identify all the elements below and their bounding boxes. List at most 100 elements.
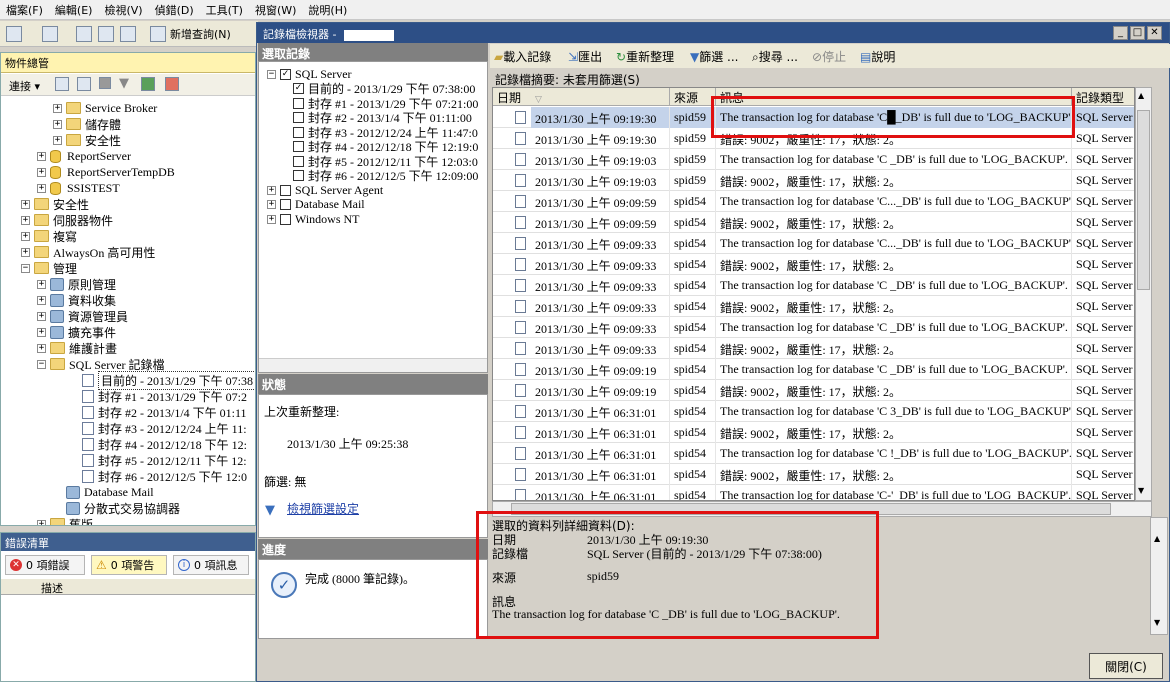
export-button[interactable]: ⇲匯出 <box>568 48 602 65</box>
table-row[interactable]: 2013/1/30 上午 09:09:33 spid54 The transacti… <box>493 275 1134 296</box>
expand-icon[interactable]: + <box>37 151 46 161</box>
tree-node[interactable]: Database Mail <box>53 484 154 500</box>
expand-icon[interactable]: + <box>37 519 46 525</box>
open-file-icon[interactable] <box>76 26 92 42</box>
log-checkbox[interactable] <box>293 155 304 167</box>
details-scrollbar[interactable]: ▲ ▼ <box>1150 517 1168 635</box>
table-row[interactable]: 2013/1/30 上午 06:31:01 spid54 錯誤: 9002，嚴重性:… <box>493 422 1134 443</box>
log-checkbox[interactable] <box>293 112 304 123</box>
filter-button[interactable]: ▼篩選 ... <box>690 48 739 65</box>
tree-node[interactable]: 封存 #4 - 2012/12/18 下午 12: <box>69 436 247 452</box>
menu-item-5[interactable]: 視窗(W) <box>249 0 302 20</box>
log-source-node[interactable]: + Windows NT <box>267 211 360 227</box>
expand-icon[interactable]: − <box>37 359 46 369</box>
tree-node[interactable]: + ReportServer <box>37 148 131 164</box>
errors-filter-button[interactable]: ✕ 0 項錯誤 <box>5 555 85 575</box>
expand-icon[interactable]: + <box>37 167 46 177</box>
log-type-column-header[interactable]: 記錄類型 <box>1072 88 1134 106</box>
expand-icon[interactable]: + <box>267 200 276 209</box>
new-project-icon[interactable] <box>6 26 22 42</box>
refresh-button[interactable]: ↻重新整理 <box>616 48 674 65</box>
tree-node[interactable]: 分散式交易協調器 <box>53 500 180 516</box>
menu-item-6[interactable]: 說明(H) <box>302 0 353 20</box>
tree-node[interactable]: + SSISTEST <box>37 180 120 196</box>
select-logs-hscroll[interactable] <box>259 358 487 372</box>
close-window-button[interactable]: ✕ <box>1147 26 1162 40</box>
menu-item-2[interactable]: 檢視(V) <box>98 0 148 20</box>
tree-node[interactable]: 封存 #2 - 2013/1/4 下午 01:11 <box>69 404 247 420</box>
expand-icon[interactable]: − <box>21 263 30 273</box>
tree-node[interactable]: − 管理 <box>21 260 77 276</box>
scroll-thumb[interactable] <box>1137 110 1150 290</box>
table-row[interactable]: 2013/1/30 上午 09:19:03 spid59 錯誤: 9002，嚴重性:… <box>493 170 1134 191</box>
menu-item-0[interactable]: 檔案(F) <box>0 0 49 20</box>
expand-icon[interactable]: + <box>37 311 46 321</box>
tree-node[interactable]: + 資源管理員 <box>37 308 128 324</box>
disconnect-icon[interactable] <box>55 77 69 91</box>
expand-icon[interactable]: + <box>37 183 46 193</box>
expand-icon[interactable]: + <box>21 215 30 225</box>
expand-icon[interactable]: + <box>21 231 30 241</box>
save-icon[interactable] <box>98 26 114 42</box>
new-query-button[interactable]: 新增查詢(N) <box>170 26 231 42</box>
warnings-filter-button[interactable]: ⚠ 0 項警告 <box>91 555 167 575</box>
expand-icon[interactable]: − <box>267 69 276 79</box>
expand-icon[interactable]: + <box>21 247 30 257</box>
expand-icon[interactable]: + <box>53 119 62 129</box>
maximize-button[interactable]: □ <box>1130 26 1145 40</box>
menu-item-1[interactable]: 編輯(E) <box>49 0 99 20</box>
menu-item-3[interactable]: 偵錯(D) <box>149 0 200 20</box>
tree-node[interactable]: + 儲存體 <box>53 116 121 132</box>
stop-button[interactable]: ⊘停止 <box>812 48 846 65</box>
expand-icon[interactable]: + <box>37 343 46 353</box>
table-row[interactable]: 2013/1/30 上午 09:19:03 spid59 The transacti… <box>493 149 1134 170</box>
expand-icon[interactable]: + <box>37 279 46 289</box>
tree-node[interactable]: 封存 #6 - 2012/12/5 下午 12:0 <box>69 468 247 484</box>
filter-icon[interactable]: ▼ <box>119 76 129 91</box>
tree-node[interactable]: + 舊版 <box>37 516 93 525</box>
description-column-header[interactable]: 描述 <box>41 580 63 596</box>
log-checkbox[interactable] <box>293 97 304 109</box>
tree-node[interactable]: 封存 #1 - 2013/1/29 下午 07:2 <box>69 388 247 404</box>
tree-node[interactable]: 封存 #5 - 2012/12/11 下午 12: <box>69 452 247 468</box>
table-row[interactable]: 2013/1/30 上午 06:31:01 spid54 錯誤: 9002，嚴重性:… <box>493 464 1134 485</box>
tree-node[interactable]: 目前的 - 2013/1/29 下午 07:38 <box>69 370 255 390</box>
table-row[interactable]: 2013/1/30 上午 09:09:33 spid54 The transacti… <box>493 233 1134 254</box>
tree-node[interactable]: + 資料收集 <box>37 292 116 308</box>
register-icon[interactable] <box>77 77 91 91</box>
expand-icon[interactable]: + <box>53 135 62 145</box>
table-row[interactable]: 2013/1/30 上午 09:09:33 spid54 錯誤: 9002，嚴重性:… <box>493 338 1134 359</box>
search-button[interactable]: ⌕搜尋 ... <box>752 48 798 65</box>
log-checkbox[interactable] <box>280 199 291 210</box>
load-log-button[interactable]: ▰載入記錄 <box>494 48 551 65</box>
new-query-icon[interactable] <box>150 26 166 42</box>
tree-node[interactable]: + ReportServerTempDB <box>37 164 175 180</box>
table-row[interactable]: 2013/1/30 上午 09:09:19 spid54 The transacti… <box>493 359 1134 380</box>
expand-icon[interactable]: + <box>21 199 30 209</box>
tree-node[interactable]: + 擴充事件 <box>37 324 116 340</box>
table-row[interactable]: 2013/1/30 上午 06:31:01 spid54 The transacti… <box>493 443 1134 464</box>
scroll-up-icon[interactable]: ▲ <box>1138 91 1144 100</box>
table-row[interactable]: 2013/1/30 上午 09:09:59 spid54 The transacti… <box>493 191 1134 212</box>
save-all-icon[interactable] <box>120 26 136 42</box>
details-scroll-up-icon[interactable]: ▲ <box>1154 534 1160 543</box>
expand-icon[interactable]: + <box>37 327 46 337</box>
expand-icon[interactable]: + <box>37 295 46 305</box>
connect-button[interactable]: 連接 ▾ <box>9 78 40 94</box>
log-checkbox[interactable]: ✓ <box>280 68 291 80</box>
help-button[interactable]: ▤說明 <box>860 48 895 65</box>
table-row[interactable]: 2013/1/30 上午 09:09:19 spid54 錯誤: 9002，嚴重性:… <box>493 380 1134 401</box>
tree-node[interactable]: + 安全性 <box>53 132 121 148</box>
tree-node[interactable]: + Service Broker <box>53 100 157 116</box>
log-checkbox[interactable] <box>293 141 304 152</box>
details-scroll-down-icon[interactable]: ▼ <box>1154 618 1160 627</box>
add-item-icon[interactable] <box>42 26 58 42</box>
tree-node[interactable]: + 原則管理 <box>37 276 116 292</box>
table-row[interactable]: 2013/1/30 上午 06:31:01 spid54 The transacti… <box>493 401 1134 422</box>
log-checkbox[interactable] <box>280 213 291 225</box>
scroll-down-icon[interactable]: ▼ <box>1138 486 1144 495</box>
view-filter-settings-link[interactable]: 檢視篩選設定 <box>287 500 359 517</box>
table-row[interactable]: 2013/1/30 上午 09:09:33 spid54 錯誤: 9002，嚴重性:… <box>493 254 1134 275</box>
messages-filter-button[interactable]: i 0 項訊息 <box>173 555 249 575</box>
table-row[interactable]: 2013/1/30 上午 09:09:59 spid54 錯誤: 9002，嚴重性:… <box>493 212 1134 233</box>
